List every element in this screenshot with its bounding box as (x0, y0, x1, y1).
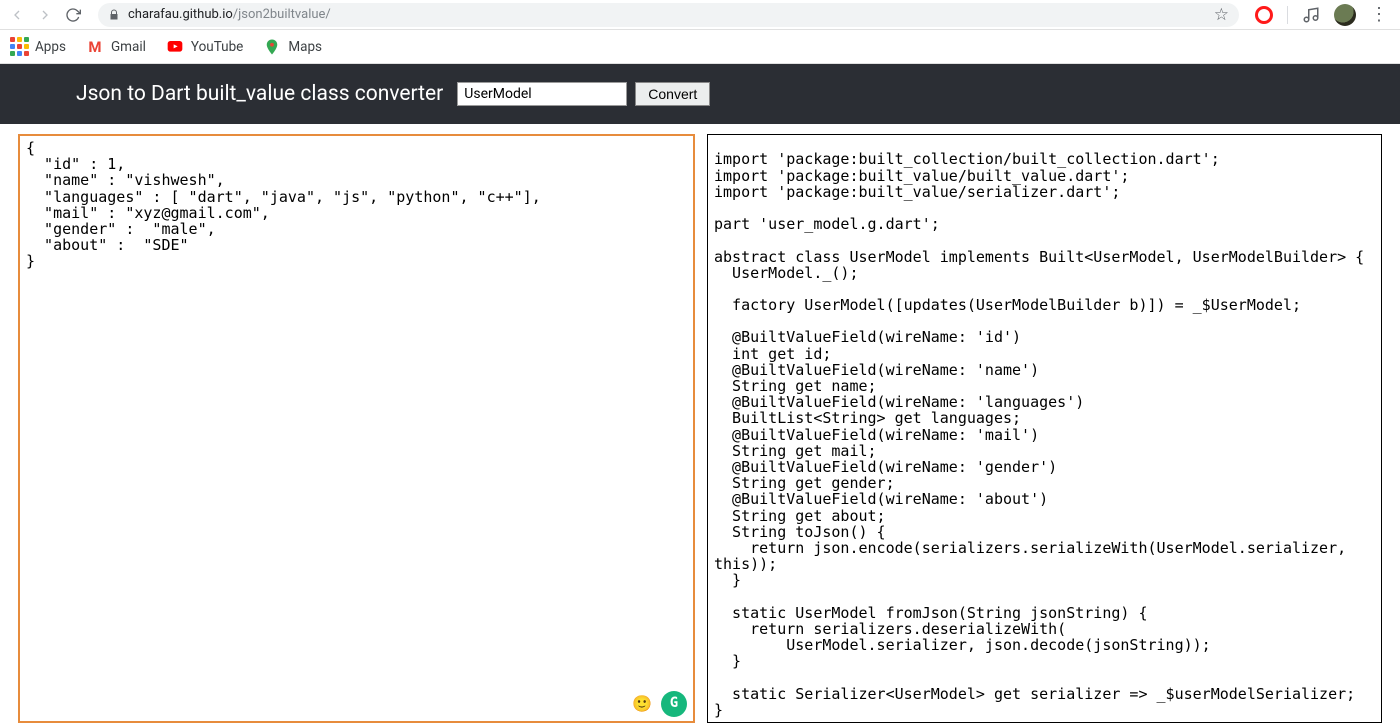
app-header: Json to Dart built_value class converter… (0, 64, 1400, 124)
extension-icon[interactable] (1255, 6, 1273, 24)
url-text: charafau.github.io/json2builtvalue/ (128, 7, 1206, 22)
emoji-badge-icon[interactable]: 🙂 (629, 691, 655, 717)
back-button[interactable] (8, 6, 26, 24)
gmail-icon: M (86, 38, 104, 56)
youtube-icon (166, 38, 184, 56)
grammarly-badge-icon[interactable]: G (661, 691, 687, 717)
maps-icon (263, 38, 281, 56)
toolbar-right: ⋮ (1255, 4, 1392, 26)
assist-badges: 🙂 G (629, 691, 687, 717)
bookmark-maps[interactable]: Maps (263, 38, 322, 56)
bookmark-label: YouTube (191, 39, 243, 55)
bookmark-youtube[interactable]: YouTube (166, 38, 243, 56)
profile-avatar[interactable] (1334, 4, 1356, 26)
convert-button[interactable]: Convert (635, 82, 710, 106)
lock-icon (108, 9, 120, 21)
app-title: Json to Dart built_value class converter (76, 82, 443, 106)
json-input-pane[interactable]: { "id" : 1, "name" : "vishwesh", "langua… (18, 134, 695, 723)
browser-toolbar: charafau.github.io/json2builtvalue/ ☆ ⋮ (0, 0, 1400, 30)
bookmark-label: Maps (288, 39, 322, 55)
classname-input[interactable] (457, 82, 627, 106)
forward-button[interactable] (36, 6, 54, 24)
url-path: /json2builtvalue/ (233, 7, 331, 22)
dart-output-text: import 'dart:convert'; import 'package:b… (714, 134, 1375, 718)
dart-output-pane[interactable]: import 'dart:convert'; import 'package:b… (707, 134, 1382, 723)
bookmark-label: Gmail (111, 39, 146, 55)
bookmark-label: Apps (35, 39, 66, 55)
address-bar[interactable]: charafau.github.io/json2builtvalue/ ☆ (98, 3, 1239, 27)
json-input-text: { "id" : 1, "name" : "vishwesh", "langua… (26, 139, 541, 270)
star-icon[interactable]: ☆ (1214, 5, 1229, 25)
apps-grid-icon (10, 38, 28, 56)
reload-button[interactable] (64, 6, 82, 24)
workspace: { "id" : 1, "name" : "vishwesh", "langua… (0, 124, 1400, 723)
kebab-menu-icon[interactable]: ⋮ (1370, 6, 1388, 24)
url-host: charafau.github.io (128, 7, 233, 22)
bookmark-apps[interactable]: Apps (10, 38, 66, 56)
bookmarks-bar: Apps M Gmail YouTube Maps (0, 30, 1400, 64)
media-icon[interactable] (1302, 6, 1320, 24)
bookmark-gmail[interactable]: M Gmail (86, 38, 146, 56)
